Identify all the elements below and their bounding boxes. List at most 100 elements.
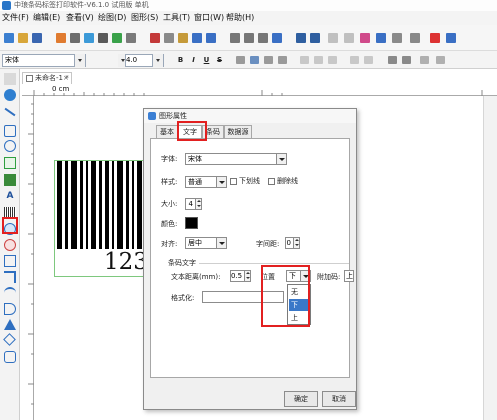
spacing-spinner[interactable]: 0 xyxy=(285,237,300,249)
menu-file[interactable]: 文件(F) xyxy=(2,11,29,25)
hand-icon[interactable] xyxy=(4,89,16,101)
align-justify-icon[interactable] xyxy=(278,56,287,64)
align-left-icon[interactable] xyxy=(236,56,245,64)
text-icon[interactable]: A xyxy=(4,190,16,202)
spinner-arrows-icon[interactable] xyxy=(244,271,250,281)
align-right-icon[interactable] xyxy=(264,56,273,64)
vertical-ruler xyxy=(22,96,34,420)
align-center-icon[interactable] xyxy=(250,56,259,64)
addcode-combo[interactable]: 上 xyxy=(344,270,354,282)
underline-button[interactable]: U xyxy=(202,55,211,65)
tab-basic[interactable]: 基本 xyxy=(156,125,178,138)
font-combo[interactable]: 宋体 xyxy=(185,153,287,165)
arc-icon[interactable] xyxy=(4,287,16,299)
grid-icon[interactable] xyxy=(126,33,136,43)
paste-icon[interactable] xyxy=(178,33,188,43)
vertical-scrollbar[interactable] xyxy=(483,96,497,420)
print-icon[interactable] xyxy=(70,33,80,43)
rectangle-icon[interactable] xyxy=(4,125,16,137)
zoom-in-icon[interactable] xyxy=(230,33,240,43)
menu-window[interactable]: 窗口(W) xyxy=(194,11,224,25)
underline-checkbox[interactable] xyxy=(230,178,237,185)
batch-icon[interactable] xyxy=(112,33,122,43)
table-tool-icon[interactable] xyxy=(4,255,16,267)
bold-button[interactable]: B xyxy=(176,55,185,65)
triangle-icon[interactable] xyxy=(4,319,16,330)
round-rect-icon[interactable] xyxy=(4,351,16,363)
dialog-titlebar[interactable]: 图形属性 xyxy=(144,109,356,123)
font-family-select[interactable]: 宋体 xyxy=(2,54,86,67)
table-icon[interactable] xyxy=(388,56,397,64)
cancel-button[interactable]: 取消 xyxy=(322,391,356,407)
outdent-icon[interactable] xyxy=(364,56,373,64)
curve-icon[interactable] xyxy=(4,303,16,315)
ok-button[interactable]: 确定 xyxy=(284,391,318,407)
save-icon[interactable] xyxy=(32,33,42,43)
valign-middle-icon[interactable] xyxy=(314,56,323,64)
order-icon[interactable] xyxy=(376,33,386,43)
color-swatch[interactable] xyxy=(185,217,198,229)
zoom-fit-icon[interactable] xyxy=(258,33,268,43)
new-icon[interactable] xyxy=(4,33,14,43)
frame-icon[interactable] xyxy=(402,56,411,64)
strikeout-checkbox[interactable] xyxy=(268,178,275,185)
preview-icon[interactable] xyxy=(84,33,94,43)
menu-draw[interactable]: 绘图(D) xyxy=(98,11,126,25)
chevron-down-icon[interactable] xyxy=(152,54,163,67)
indent-icon[interactable] xyxy=(350,56,359,64)
font-size-select[interactable]: 4.0 xyxy=(118,54,164,67)
export-icon[interactable] xyxy=(446,33,456,43)
undo-icon[interactable] xyxy=(192,33,202,43)
spinner-arrows-icon[interactable] xyxy=(195,199,201,209)
menu-shape[interactable]: 图形(S) xyxy=(131,11,158,25)
zoom-out-icon[interactable] xyxy=(244,33,254,43)
spinner-arrows-icon[interactable] xyxy=(293,238,299,248)
cut-icon[interactable] xyxy=(150,33,160,43)
menu-tools[interactable]: 工具(T) xyxy=(163,11,190,25)
property-icon[interactable] xyxy=(410,33,420,43)
menu-edit[interactable]: 编辑(E) xyxy=(33,11,60,25)
line-icon[interactable] xyxy=(4,107,16,117)
pointer-icon[interactable] xyxy=(4,73,16,85)
chevron-down-icon[interactable] xyxy=(216,238,226,248)
shape-icon[interactable] xyxy=(4,239,16,251)
picture-icon[interactable] xyxy=(4,174,16,186)
image-icon[interactable] xyxy=(4,157,16,169)
database-icon[interactable] xyxy=(56,33,66,43)
strike-button[interactable]: S xyxy=(215,55,224,65)
align-icon[interactable] xyxy=(344,33,354,43)
open-icon[interactable] xyxy=(18,33,28,43)
ungroup-icon[interactable] xyxy=(310,33,320,43)
close-icon[interactable]: × xyxy=(63,73,69,84)
ellipse-icon[interactable] xyxy=(4,140,16,152)
print-setup-icon[interactable] xyxy=(98,33,108,43)
italic-button[interactable]: I xyxy=(189,55,198,65)
pdf-icon[interactable] xyxy=(430,33,440,43)
chevron-down-icon[interactable] xyxy=(216,177,226,187)
text-distance-spinner[interactable]: 0.5 xyxy=(230,270,251,282)
lock-icon[interactable] xyxy=(328,33,338,43)
mirror-icon[interactable] xyxy=(436,56,445,64)
layer-icon[interactable] xyxy=(360,33,370,43)
zoom-page-icon[interactable] xyxy=(272,33,282,43)
valign-top-icon[interactable] xyxy=(300,56,309,64)
tab-datasource[interactable]: 数据源 xyxy=(224,125,252,138)
chevron-down-icon[interactable] xyxy=(74,54,85,67)
chevron-down-icon[interactable] xyxy=(118,54,126,67)
valign-bottom-icon[interactable] xyxy=(328,56,337,64)
redo-icon[interactable] xyxy=(206,33,216,43)
distribute-icon[interactable] xyxy=(392,33,402,43)
text-distance-value: 0.5 xyxy=(231,272,243,280)
document-tab[interactable]: 未命名-1 * × xyxy=(22,72,72,84)
polyline-icon[interactable] xyxy=(4,271,16,283)
chevron-down-icon[interactable] xyxy=(276,154,286,164)
group-icon[interactable] xyxy=(296,33,306,43)
style-combo[interactable]: 普通 xyxy=(185,176,227,188)
menu-view[interactable]: 查看(V) xyxy=(66,11,94,25)
size-spinner[interactable]: 4 xyxy=(185,198,202,210)
copy-icon[interactable] xyxy=(164,33,174,43)
diamond-icon[interactable] xyxy=(3,333,16,346)
align-combo[interactable]: 居中 xyxy=(185,237,227,249)
menu-help[interactable]: 帮助(H) xyxy=(226,11,254,25)
rotate-icon[interactable] xyxy=(420,56,429,64)
